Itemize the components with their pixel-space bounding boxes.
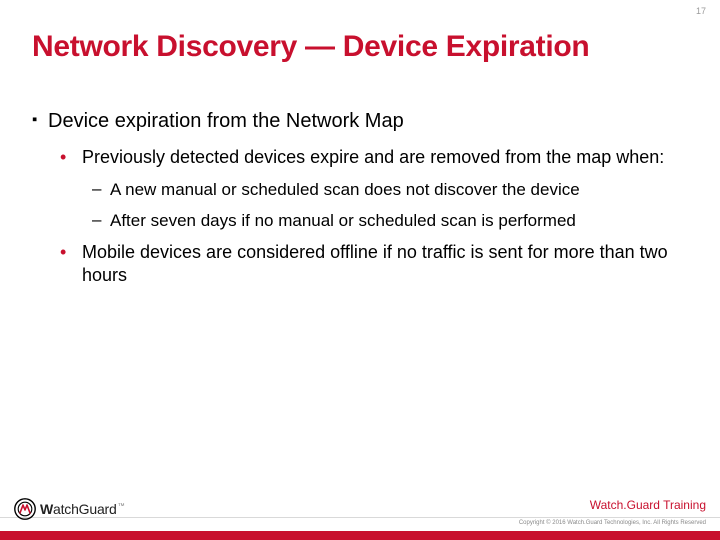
footer-copyright: Copyright © 2016 Watch.Guard Technologie… [519,520,706,526]
bullet-level2: • Mobile devices are considered offline … [60,241,688,287]
page-number: 17 [696,6,706,16]
slide: 17 Network Discovery — Device Expiration… [0,0,720,540]
logo-text: WatchGuard™ [40,501,124,517]
square-bullet-icon: ▪ [32,108,48,134]
dash-bullet-icon: – [92,179,110,200]
bullet-text: After seven days if no manual or schedul… [110,210,576,231]
bullet-level1: ▪ Device expiration from the Network Map [32,108,688,134]
bullet-level3: – After seven days if no manual or sched… [92,210,688,231]
bullet-text: Mobile devices are considered offline if… [82,241,688,287]
logo-mark-icon [14,498,36,520]
bullet-text: A new manual or scheduled scan does not … [110,179,580,200]
slide-body: ▪ Device expiration from the Network Map… [32,100,688,295]
dash-bullet-icon: – [92,210,110,231]
bullet-text: Previously detected devices expire and a… [82,146,664,169]
footer-accent-bar [0,531,720,540]
watchguard-logo: WatchGuard™ [14,498,124,520]
slide-title: Network Discovery — Device Expiration [32,30,589,64]
footer-brand-text: Watch.Guard Training [590,498,706,512]
bullet-text: Device expiration from the Network Map [48,108,404,134]
dot-bullet-icon: • [60,146,82,169]
bullet-level2: • Previously detected devices expire and… [60,146,688,169]
bullet-level3: – A new manual or scheduled scan does no… [92,179,688,200]
dot-bullet-icon: • [60,241,82,287]
